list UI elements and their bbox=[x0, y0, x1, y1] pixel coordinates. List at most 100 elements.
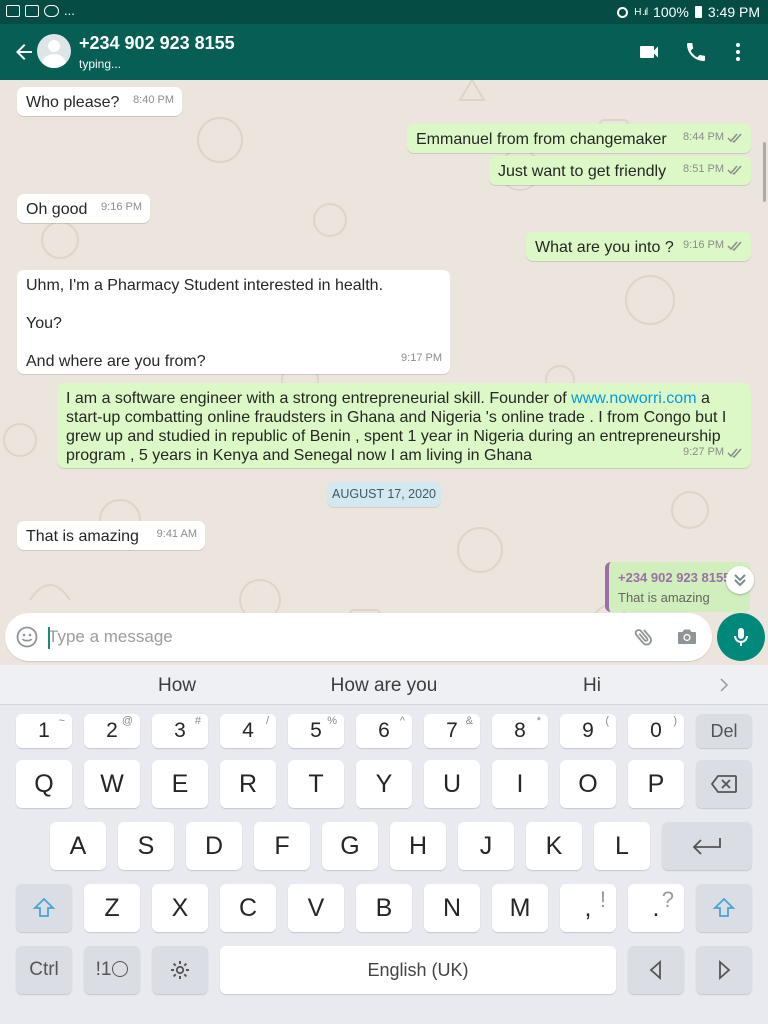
key-6[interactable]: 6 ^ bbox=[356, 714, 412, 748]
key-period[interactable]: .? bbox=[628, 884, 684, 932]
message-out[interactable]: What are you into ? 9:16 PM bbox=[526, 232, 751, 261]
chat-area[interactable]: Who please? 8:40 PM Emmanuel from from c… bbox=[0, 80, 768, 665]
message-in[interactable]: Uhm, I'm a Pharmacy Student interested i… bbox=[17, 270, 450, 374]
suggestion-item[interactable]: How bbox=[137, 675, 217, 697]
scrollbar[interactable] bbox=[763, 142, 766, 202]
back-arrow-icon[interactable] bbox=[12, 39, 36, 65]
settings-key[interactable] bbox=[152, 946, 208, 994]
key-i[interactable]: I bbox=[492, 760, 548, 808]
key-3[interactable]: 3 # bbox=[152, 714, 208, 748]
message-text: And where are you from? bbox=[26, 353, 206, 370]
key-b[interactable]: B bbox=[356, 884, 412, 932]
backspace-key[interactable] bbox=[696, 760, 752, 808]
suggestion-item[interactable]: How are you bbox=[304, 675, 464, 697]
message-out[interactable]: Emmanuel from from changemaker 8:44 PM bbox=[407, 124, 751, 153]
email-notification-icon bbox=[6, 4, 20, 17]
chevron-right-icon[interactable] bbox=[717, 677, 731, 693]
key-w[interactable]: W bbox=[84, 760, 140, 808]
key-u[interactable]: U bbox=[424, 760, 480, 808]
attach-icon[interactable] bbox=[632, 625, 656, 649]
message-in[interactable]: Who please? 8:40 PM bbox=[17, 87, 182, 116]
triangle-left-icon bbox=[649, 960, 661, 980]
camera-icon[interactable] bbox=[675, 625, 699, 649]
key-p[interactable]: P bbox=[628, 760, 684, 808]
key-a[interactable]: A bbox=[50, 822, 106, 870]
key-n[interactable]: N bbox=[424, 884, 480, 932]
key-g[interactable]: G bbox=[322, 822, 378, 870]
voice-record-button[interactable] bbox=[717, 613, 765, 661]
text-cursor bbox=[48, 627, 50, 649]
phone-call-icon[interactable] bbox=[684, 40, 708, 64]
key-h[interactable]: H bbox=[390, 822, 446, 870]
signal-icon: H .ıl bbox=[634, 6, 648, 18]
key-del[interactable]: Del bbox=[696, 714, 752, 748]
message-time: 9:16 PM bbox=[683, 236, 743, 255]
message-out[interactable]: Just want to get friendly 8:51 PM bbox=[489, 156, 751, 185]
microphone-icon bbox=[734, 628, 748, 646]
cursor-right-key[interactable] bbox=[696, 946, 752, 994]
key-1[interactable]: 1 ~ bbox=[16, 714, 72, 748]
more-options-icon[interactable] bbox=[726, 40, 750, 64]
key-z[interactable]: Z bbox=[84, 884, 140, 932]
key-7[interactable]: 7 & bbox=[424, 714, 480, 748]
key-x[interactable]: X bbox=[152, 884, 208, 932]
chat-header: +234 902 923 8155 typing... bbox=[0, 24, 768, 80]
typing-status: typing... bbox=[79, 57, 122, 71]
alarm-icon bbox=[617, 6, 629, 18]
message-text: Just want to get friendly bbox=[498, 163, 667, 180]
reply-text: That is amazing bbox=[618, 590, 710, 605]
key-d[interactable]: D bbox=[186, 822, 242, 870]
key-o[interactable]: O bbox=[560, 760, 616, 808]
enter-key[interactable] bbox=[662, 822, 752, 870]
date-separator: AUGUST 17, 2020 bbox=[327, 482, 441, 507]
key-r[interactable]: R bbox=[220, 760, 276, 808]
key-5[interactable]: 5% bbox=[288, 714, 344, 748]
key-m[interactable]: M bbox=[492, 884, 548, 932]
smiley-icon bbox=[112, 961, 129, 977]
enter-icon bbox=[692, 838, 721, 855]
emoji-icon[interactable] bbox=[15, 625, 39, 649]
message-text: You? bbox=[26, 315, 62, 332]
suggestion-item[interactable]: Hi bbox=[552, 675, 632, 697]
message-out[interactable]: I am a software engineer with a strong e… bbox=[57, 383, 751, 468]
message-in[interactable]: That is amazing 9:41 AM bbox=[17, 521, 205, 550]
key-0[interactable]: 0) bbox=[628, 714, 684, 748]
message-text: That is amazing bbox=[26, 528, 139, 545]
key-l[interactable]: L bbox=[594, 822, 650, 870]
key-9[interactable]: 9( bbox=[560, 714, 616, 748]
cloud-sync-icon bbox=[44, 4, 59, 17]
key-y[interactable]: Y bbox=[356, 760, 412, 808]
key-2[interactable]: 2 @ bbox=[84, 714, 140, 748]
key-comma[interactable]: ,! bbox=[560, 884, 616, 932]
read-ticks-icon bbox=[727, 241, 742, 251]
key-k[interactable]: K bbox=[526, 822, 582, 870]
key-c[interactable]: C bbox=[220, 884, 276, 932]
contact-name[interactable]: +234 902 923 8155 bbox=[79, 33, 235, 54]
space-key[interactable]: English (UK) bbox=[220, 946, 616, 994]
scroll-down-button[interactable] bbox=[726, 566, 754, 594]
message-text: Uhm, I'm a Pharmacy Student interested i… bbox=[26, 277, 384, 294]
read-ticks-icon bbox=[727, 448, 742, 458]
avatar[interactable] bbox=[37, 34, 71, 68]
ctrl-key[interactable]: Ctrl bbox=[16, 946, 72, 994]
more-notifications: ... bbox=[64, 3, 75, 18]
shift-icon bbox=[712, 897, 736, 917]
message-input[interactable] bbox=[48, 623, 608, 651]
key-e[interactable]: E bbox=[152, 760, 208, 808]
key-s[interactable]: S bbox=[118, 822, 174, 870]
key-v[interactable]: V bbox=[288, 884, 344, 932]
message-text: Who please? bbox=[26, 94, 120, 111]
key-4[interactable]: 4/ bbox=[220, 714, 276, 748]
key-q[interactable]: Q bbox=[16, 760, 72, 808]
video-call-icon[interactable] bbox=[637, 40, 661, 64]
website-link[interactable]: www.noworri.com bbox=[571, 390, 696, 407]
symbols-key[interactable]: !1 bbox=[84, 946, 140, 994]
key-j[interactable]: J bbox=[458, 822, 514, 870]
key-8[interactable]: 8 * bbox=[492, 714, 548, 748]
message-in[interactable]: Oh good 9:16 PM bbox=[17, 194, 150, 223]
shift-key-right[interactable] bbox=[696, 884, 752, 932]
key-t[interactable]: T bbox=[288, 760, 344, 808]
cursor-left-key[interactable] bbox=[628, 946, 684, 994]
shift-key[interactable] bbox=[16, 884, 72, 932]
key-f[interactable]: F bbox=[254, 822, 310, 870]
